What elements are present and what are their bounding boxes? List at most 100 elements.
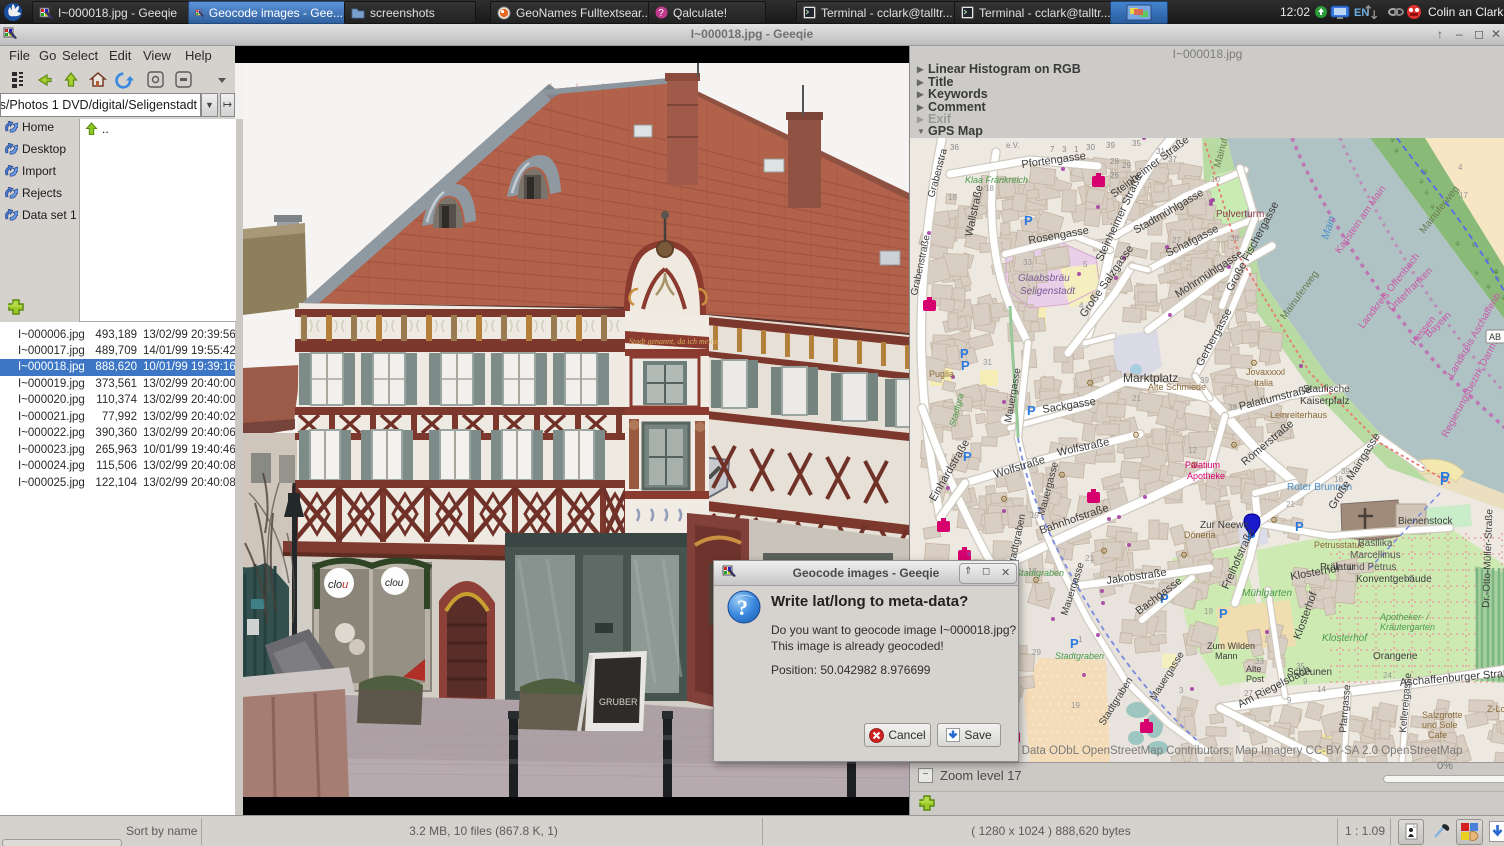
svg-text:Zur Neewe: Zur Neewe [1200,520,1249,531]
svg-text:Apotheker- /: Apotheker- / [1379,612,1430,622]
svg-text:13: 13 [1028,567,1037,576]
svg-text:4: 4 [1458,163,1463,172]
svg-text:21: 21 [1132,394,1141,403]
svg-text:Seligenstadt: Seligenstadt [1020,286,1076,297]
svg-text:Mann: Mann [1215,651,1238,661]
svg-text:9: 9 [1287,696,1292,705]
svg-text:⚘: ⚘ [1473,269,1480,278]
svg-text:28: 28 [1110,157,1119,166]
svg-text:⚙: ⚙ [1058,470,1066,480]
svg-text:7: 7 [1050,145,1055,154]
svg-text:P: P [1295,519,1304,534]
svg-text:19: 19 [1071,701,1080,710]
svg-text:31: 31 [1156,147,1165,156]
svg-text:e.V.: e.V. [1006,141,1020,150]
svg-text:26: 26 [1110,171,1119,180]
svg-text:Bienenstock: Bienenstock [1398,516,1453,527]
svg-text:27: 27 [1172,236,1181,245]
svg-text:19: 19 [1030,511,1039,520]
svg-text:18: 18 [948,193,957,202]
svg-text:3: 3 [1062,145,1067,154]
svg-text:Jovaxxxxl: Jovaxxxxl [1246,367,1285,377]
svg-text:38: 38 [1228,403,1237,412]
svg-text:21: 21 [1085,554,1094,563]
svg-text:clou: clou [328,579,348,591]
svg-text:21: 21 [1286,500,1295,509]
svg-text:Palatium: Palatium [1185,460,1220,470]
svg-text:⚙: ⚙ [1270,515,1278,525]
svg-text:Alte Schmiede: Alte Schmiede [1148,382,1206,392]
svg-text:Apotheke: Apotheke [1187,471,1225,481]
svg-text:P: P [1024,213,1033,228]
svg-text:4: 4 [1079,301,1084,310]
svg-text:⚘: ⚘ [1418,178,1425,187]
svg-text:36: 36 [950,143,959,152]
svg-text:Stadtgraben: Stadtgraben [1015,568,1064,578]
svg-text:GRUBER: GRUBER [599,697,638,707]
svg-text:Petrusstatue: Petrusstatue [1314,540,1365,550]
svg-text:⚙: ⚙ [1132,430,1140,440]
svg-text:⚘: ⚘ [1389,138,1396,145]
svg-text:⚘: ⚘ [1454,240,1461,249]
svg-text:30: 30 [1086,143,1095,152]
svg-text:?: ? [737,595,748,620]
svg-text:10: 10 [1211,175,1220,184]
svg-text:5: 5 [1083,260,1088,269]
svg-text:Döneria: Döneria [1184,530,1216,540]
svg-text:24: 24 [1383,671,1392,680]
svg-text:Glaabsbräu: Glaabsbräu [1018,273,1070,284]
svg-text:29: 29 [1032,648,1041,657]
svg-text:39: 39 [1341,467,1350,476]
svg-text:P: P [1440,473,1449,488]
svg-text:1: 1 [1078,635,1083,644]
svg-text:⚘: ⚘ [1493,268,1500,277]
svg-text:Cafe: Cafe [1428,730,1447,740]
svg-text:clou: clou [385,578,404,589]
svg-text:39: 39 [1200,376,1209,385]
svg-text:38: 38 [1230,234,1239,243]
svg-text:EN: EN [1354,7,1369,19]
svg-text:Map Data ODbL OpenStreetMap Co: Map Data ODbL OpenStreetMap Contributors… [996,745,1462,757]
svg-text:12: 12 [1188,446,1197,455]
svg-text:33: 33 [1023,258,1032,267]
svg-text:17: 17 [1459,191,1468,200]
svg-text:27: 27 [1244,689,1253,698]
svg-text:⚙: ⚙ [1180,550,1188,560]
svg-text:Stadtgraben: Stadtgraben [1055,651,1104,661]
svg-text:Marcellinus: Marcellinus [1350,550,1401,561]
svg-text:15: 15 [1404,575,1413,584]
svg-text:⚙: ⚙ [1230,440,1238,450]
svg-text:Leinreiterhaus: Leinreiterhaus [1270,410,1328,420]
svg-text:35: 35 [1296,662,1305,671]
svg-text:⚘: ⚘ [1423,189,1430,198]
svg-text:33: 33 [1255,657,1264,666]
svg-text:Basilika: Basilika [1358,538,1393,549]
svg-text:Klosterhof: Klosterhof [1322,633,1368,644]
svg-text:35: 35 [1132,139,1141,148]
svg-text:Post: Post [1246,674,1265,684]
svg-text:Klaa Fränkreich: Klaa Fränkreich [965,175,1028,185]
svg-text:P: P [1219,606,1228,621]
svg-text:und Sole: und Sole [1422,720,1458,730]
svg-text:31: 31 [983,358,992,367]
svg-text:18: 18 [985,184,994,193]
svg-text:⚙: ⚙ [1086,378,1094,388]
svg-text:Mühlgarten: Mühlgarten [1242,588,1292,599]
svg-text:?: ? [658,8,664,19]
svg-text:⚘: ⚘ [1485,283,1492,292]
svg-text:1: 1 [1074,145,1079,154]
svg-text:Zum Wilden: Zum Wilden [1207,641,1255,651]
svg-text:9: 9 [1303,677,1308,686]
svg-text:Kräutergarten: Kräutergarten [1380,622,1435,632]
svg-text:19: 19 [1204,607,1213,616]
svg-text:Kaiserpfalz: Kaiserpfalz [1300,396,1349,407]
svg-text:⚘: ⚘ [1393,147,1400,156]
svg-text:Stadt genannt, da ich meine: Stadt genannt, da ich meine [629,337,719,346]
svg-text:und Petrus: und Petrus [1348,562,1396,573]
svg-text:Z-Lo: Z-Lo [1487,704,1504,714]
svg-text:Puglia: Puglia [929,369,954,379]
svg-text:P: P [1027,403,1036,418]
svg-text:P: P [961,358,970,373]
svg-text:14: 14 [1317,685,1326,694]
svg-text:39: 39 [1106,141,1115,150]
